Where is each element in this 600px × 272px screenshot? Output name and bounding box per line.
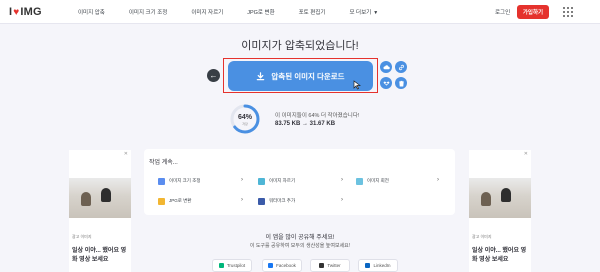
progress-sub-label: 저장 — [242, 122, 248, 126]
result-message: 이 이미지들이 64% 더 작아졌습니다! — [275, 113, 360, 119]
continue-title: 작업 계속... — [149, 160, 178, 166]
share-label: Twitter — [327, 263, 341, 268]
share-trustpilot-button[interactable]: Trustpilot — [212, 259, 252, 272]
main-nav: 이미지 압축 이미지 크기 조정 이미지 자르기 JPG로 변환 포토 편집기 … — [66, 0, 390, 24]
jpg-icon — [158, 197, 165, 205]
option-label: 이미지 크기 조정 — [169, 178, 201, 183]
option-resize[interactable]: 이미지 크기 조정 — [158, 176, 200, 186]
linkedin-icon — [365, 263, 371, 268]
ad-text: 일상 이야... 했어요 영화 영상 보세요 — [472, 248, 527, 263]
result-size: 83.75 KB → 31.67 KB — [275, 121, 336, 127]
ad-person — [81, 192, 91, 206]
page-title: 이미지가 압축되었습니다! — [241, 40, 359, 52]
option-label: 이미지 회전 — [367, 178, 389, 183]
resize-icon — [158, 177, 165, 185]
share-subheading: 이 도구를 공유하여 모두의 생산성을 높여보세요! — [249, 243, 351, 249]
ad-person — [481, 192, 491, 206]
option-crop[interactable]: 이미지 자르기 — [258, 176, 295, 186]
chevron-right-icon: › — [341, 197, 343, 203]
option-watermark[interactable]: 워터마크 추가 — [258, 196, 295, 206]
option-label: 이미지 자르기 — [269, 178, 296, 183]
cloud-upload-icon[interactable] — [380, 61, 392, 73]
login-link[interactable]: 로그인 — [495, 8, 510, 16]
chevron-down-icon: ▼ — [373, 10, 379, 16]
trash-icon[interactable] — [395, 77, 407, 89]
continue-card: 작업 계속... 이미지 크기 조정 › 이미지 자르기 › 이미지 회전 › … — [144, 149, 455, 215]
ad-person — [101, 188, 111, 202]
option-label: 워터마크 추가 — [269, 198, 296, 203]
share-label: Trustpilot — [226, 263, 246, 268]
share-twitter-button[interactable]: Twitter — [310, 259, 350, 272]
star-icon — [218, 263, 224, 268]
option-rotate[interactable]: 이미지 회전 — [356, 176, 389, 186]
download-label: 압축된 이미지 다운로드 — [271, 71, 345, 81]
logo[interactable]: I ♥ IMG — [9, 4, 42, 20]
nav-photo-editor[interactable]: 포토 편집기 — [287, 8, 338, 16]
nav-compress[interactable]: 이미지 압축 — [66, 8, 117, 16]
top-header: I ♥ IMG 이미지 압축 이미지 크기 조정 이미지 자르기 JPG로 변환… — [0, 0, 600, 24]
download-button[interactable]: 압축된 이미지 다운로드 — [228, 61, 373, 91]
ad-left[interactable]: ✕ 광고 이미지 일상 이야... 했어요 영화 영상 보세요 — [69, 150, 131, 272]
chevron-right-icon: › — [241, 177, 243, 183]
arrow-left-icon: ← — [209, 71, 218, 80]
share-facebook-button[interactable]: Facebook — [262, 259, 302, 272]
share-linkedin-button[interactable]: LinkedIn — [358, 259, 398, 272]
chevron-right-icon: › — [241, 197, 243, 203]
close-icon[interactable]: ✕ — [524, 151, 528, 157]
option-label: JPG로 변환 — [169, 198, 192, 203]
chevron-right-icon: › — [341, 177, 343, 183]
signup-button[interactable]: 가입하기 — [517, 5, 549, 19]
nav-more-label: 모 더보기 — [349, 10, 372, 16]
share-label: Facebook — [276, 263, 296, 268]
nav-convert-jpg[interactable]: JPG로 변환 — [235, 8, 286, 16]
logo-text: IMG — [20, 6, 42, 18]
nav-more[interactable]: 모 더보기 ▼ — [337, 8, 390, 16]
nav-crop[interactable]: 이미지 자르기 — [179, 8, 235, 16]
ad-image — [69, 178, 131, 218]
heart-icon: ♥ — [13, 6, 20, 18]
share-heading: 이 앱을 많이 공유해 주세요! — [265, 235, 335, 241]
mouse-cursor-icon — [353, 80, 361, 90]
twitter-icon — [319, 263, 325, 268]
dropbox-icon[interactable] — [380, 77, 392, 89]
back-button[interactable]: ← — [207, 69, 220, 82]
option-convert-jpg[interactable]: JPG로 변환 — [158, 196, 191, 206]
rotate-icon — [356, 177, 363, 185]
chevron-right-icon: › — [437, 177, 439, 183]
download-icon — [257, 71, 265, 80]
link-icon[interactable] — [395, 61, 407, 73]
ad-text: 일상 이야... 했어요 영화 영상 보세요 — [72, 248, 127, 263]
facebook-icon — [268, 263, 274, 268]
share-label: LinkedIn — [373, 263, 391, 268]
crop-icon — [258, 177, 265, 185]
close-icon[interactable]: ✕ — [124, 151, 128, 157]
ad-image — [469, 178, 531, 218]
apps-grid-icon[interactable] — [563, 7, 573, 17]
logo-prefix: I — [9, 6, 13, 18]
watermark-icon — [258, 197, 265, 205]
progress-percent: 64% — [237, 114, 252, 121]
ad-right[interactable]: ✕ 광고 이미지 일상 이야... 했어요 영화 영상 보세요 — [469, 150, 531, 272]
nav-resize[interactable]: 이미지 크기 조정 — [117, 8, 179, 16]
ad-person — [501, 188, 511, 202]
